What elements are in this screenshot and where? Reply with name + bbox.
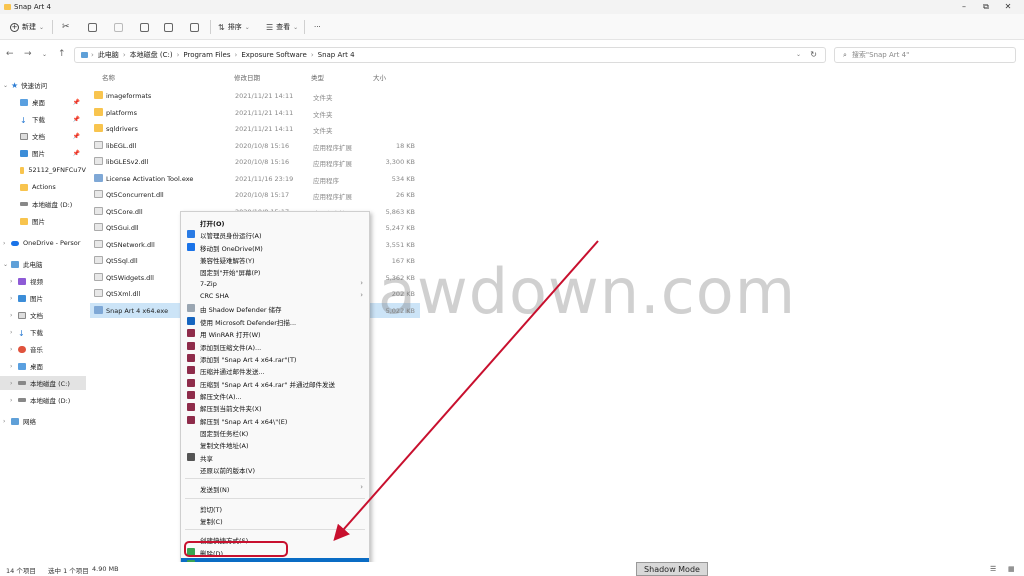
shadow-mode-badge: Shadow Mode	[636, 562, 708, 576]
status-count: 14 个项目	[6, 567, 36, 575]
status-selected: 选中 1 个项目	[48, 567, 89, 575]
status-size: 4.90 MB	[92, 565, 119, 573]
details-view-icon[interactable]: ☰	[990, 565, 996, 573]
explorer-window: Snap Art 4 – ⧉ ✕ + 新建 ⌄ ✂ ⇅ 排序 ⌄ ☰ 查看 ⌄ …	[0, 0, 1024, 576]
status-bar: 14 个项目 选中 1 个项目 4.90 MB ☰ ▦	[0, 562, 1024, 576]
tiles-view-icon[interactable]: ▦	[1008, 565, 1015, 573]
annotation-arrow	[333, 240, 599, 541]
